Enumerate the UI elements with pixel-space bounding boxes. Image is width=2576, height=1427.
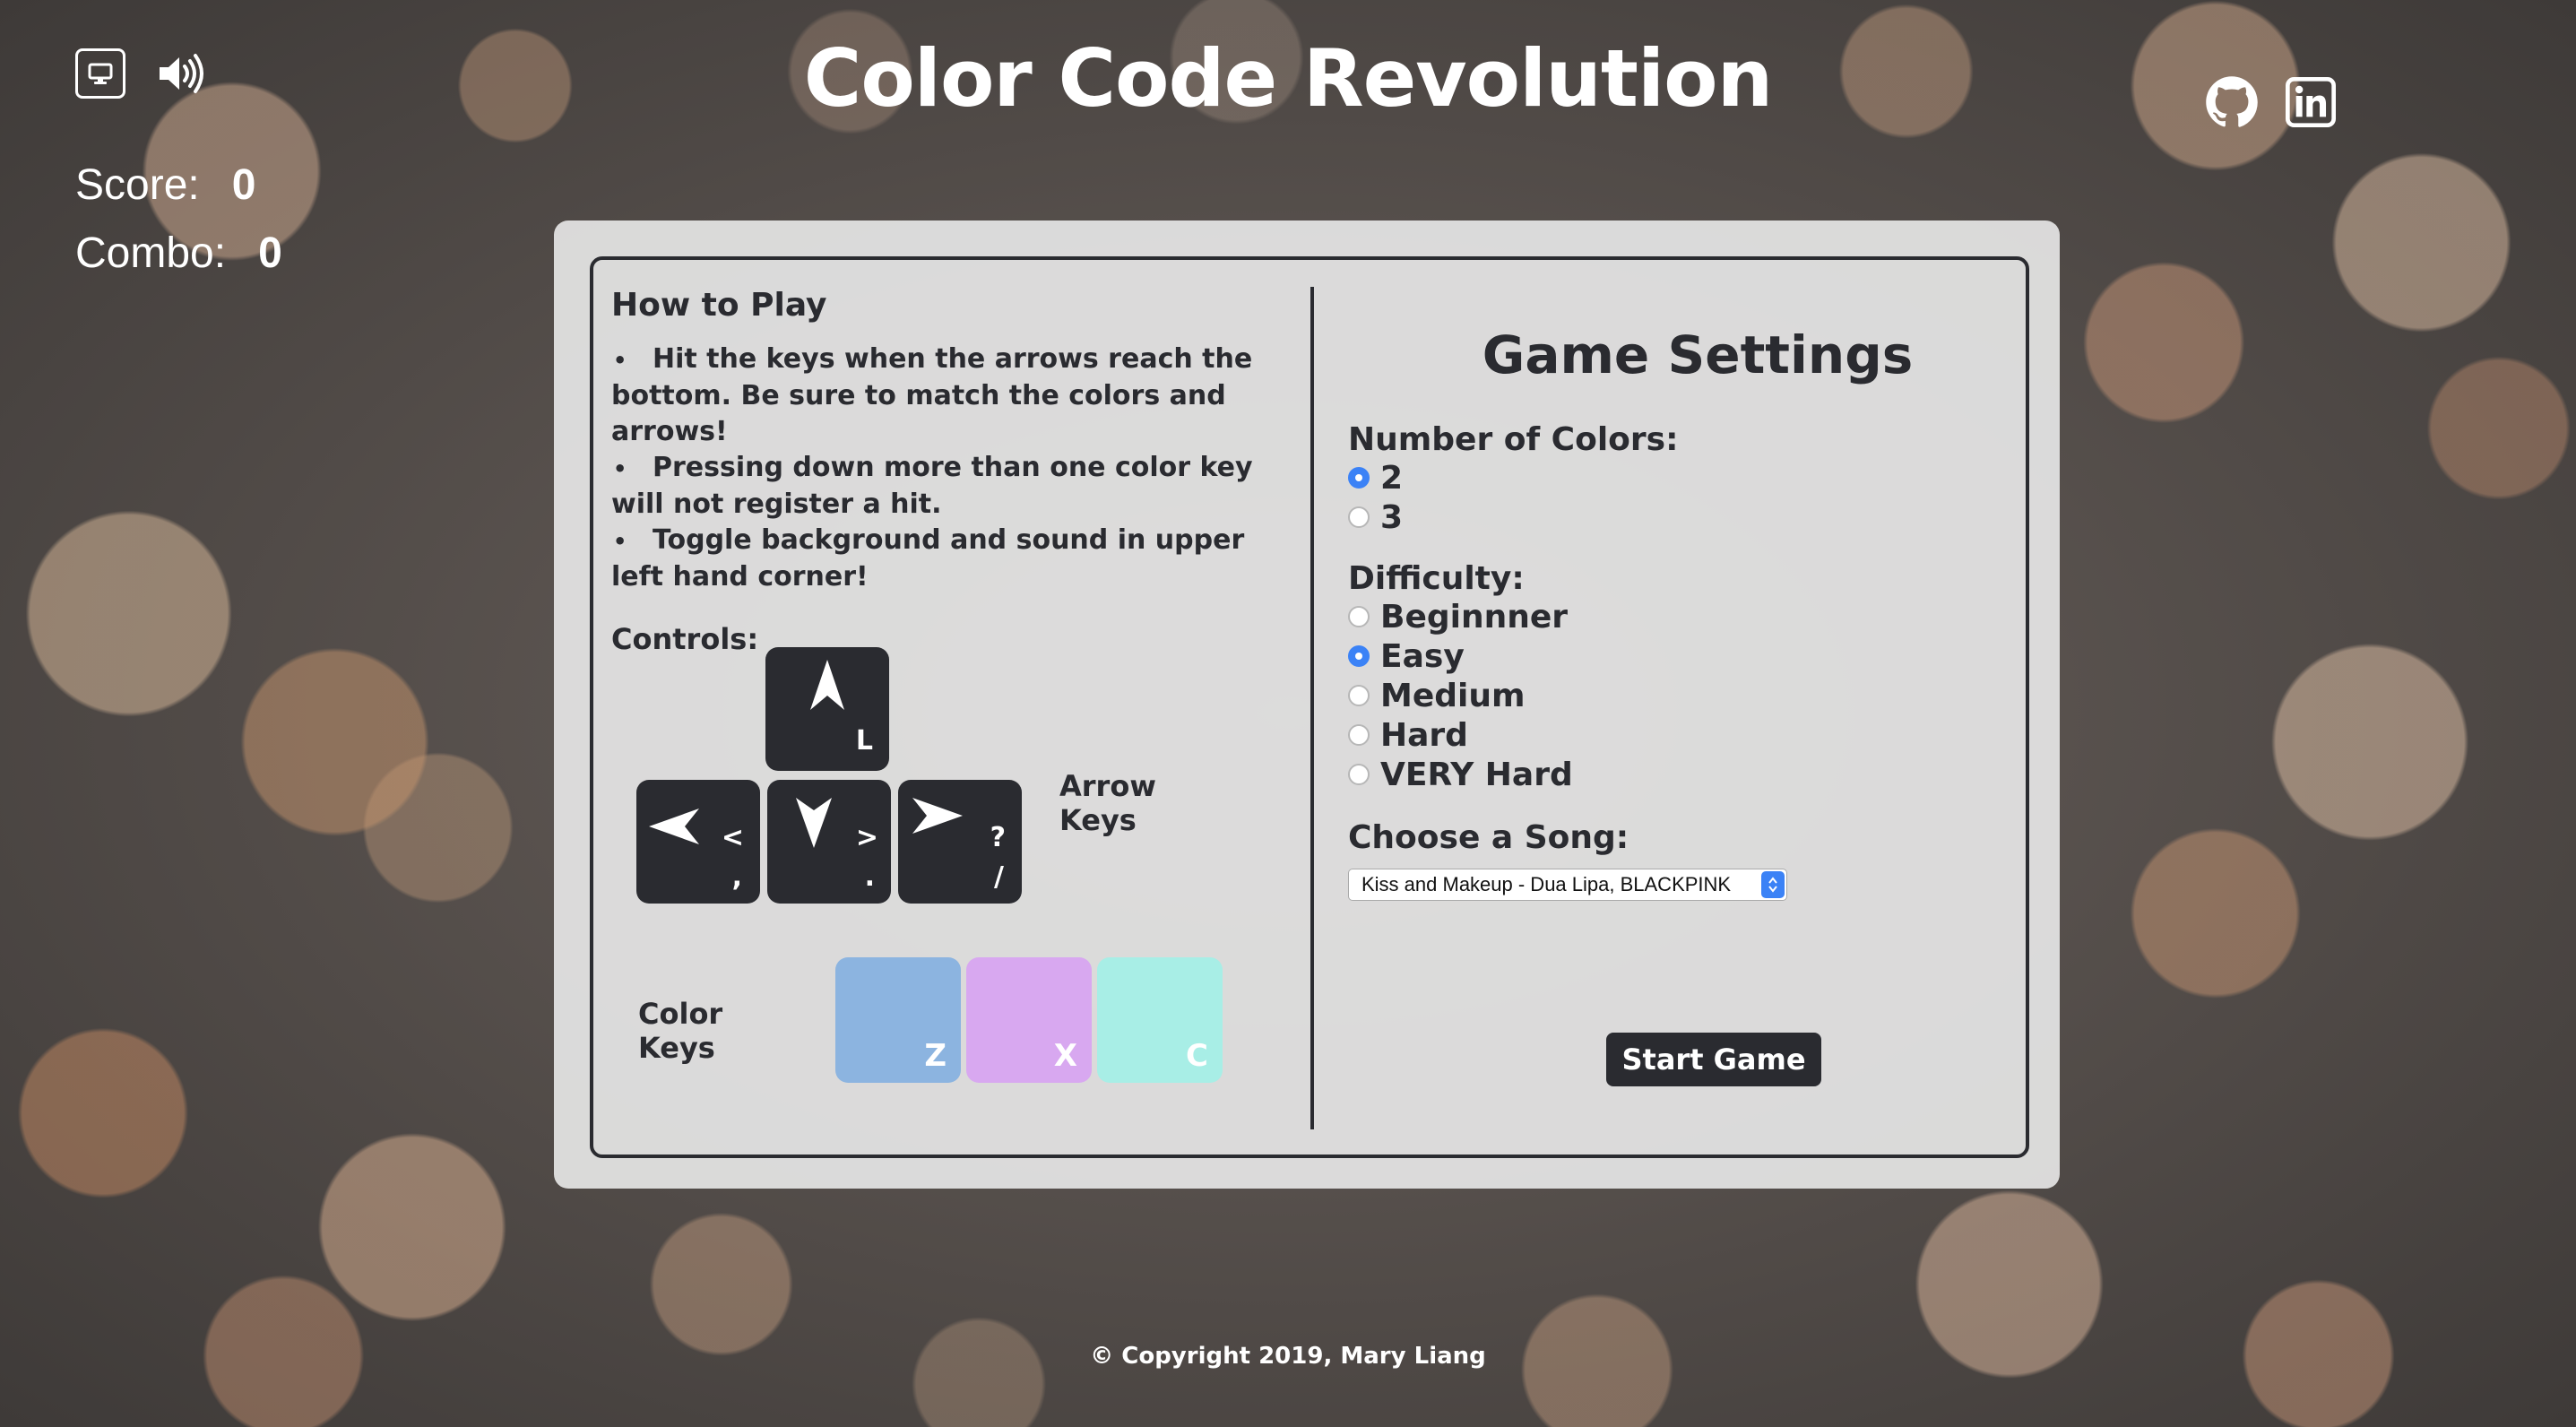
color-key-char: Z [924,1038,947,1074]
main-panel: How to Play Hit the keys when the arrows… [554,221,2060,1189]
down-arrow-key: > . [767,780,891,904]
controls-label: Controls: [611,622,759,656]
color-keys-label: Color Keys [638,997,723,1065]
up-arrow-key: L [765,647,889,771]
difficulty-option-beginner[interactable]: Beginnner [1348,597,2011,636]
combo-label: Combo: [75,229,227,277]
left-key-char: , [731,861,742,893]
page-title: Color Code Revolution [803,32,1773,125]
color-key-char: C [1186,1038,1208,1074]
right-key-char: / [994,861,1004,893]
linkedin-link[interactable] [2282,74,2339,131]
song-label: Choose a Song: [1348,819,1629,856]
colors-option-2[interactable]: 2 [1348,458,2011,497]
game-settings-title: Game Settings [1482,324,1914,385]
combo-row: Combo: 0 [75,219,282,287]
start-game-button[interactable]: Start Game [1606,1033,1821,1086]
difficulty-option-hard[interactable]: Hard [1348,715,2011,755]
color-key-c: C [1097,957,1223,1083]
radio-button[interactable] [1348,467,1370,489]
radio-button[interactable] [1348,685,1370,706]
chevron-updown-icon [1761,871,1785,898]
panel-frame: How to Play Hit the keys when the arrows… [590,256,2029,1158]
down-key-char: . [864,861,875,893]
rules-list: Hit the keys when the arrows reach the b… [611,342,1301,595]
radio-button[interactable] [1348,606,1370,627]
radio-label: 2 [1380,459,1404,497]
radio-label: Easy [1380,637,1465,675]
difficulty-option-easy[interactable]: Easy [1348,636,2011,676]
up-key-char: L [855,725,873,757]
song-select-value: Kiss and Makeup - Dua Lipa, BLACKPINK [1361,873,1732,895]
difficulty-option-very-hard[interactable]: VERY Hard [1348,755,2011,794]
rule-item: Toggle background and sound in upper lef… [611,523,1301,595]
right-key-char-shift: ? [990,822,1006,853]
difficulty-option-medium[interactable]: Medium [1348,676,2011,715]
github-icon [2206,76,2258,127]
down-key-char-shift: > [855,822,878,853]
radio-label: Beginnner [1380,598,1569,636]
radio-button[interactable] [1348,724,1370,746]
radio-button[interactable] [1348,764,1370,785]
score-label: Score: [75,160,200,209]
color-key-z: Z [835,957,961,1083]
radio-label: VERY Hard [1380,756,1573,793]
difficulty-label: Difficulty: [1348,560,1525,597]
radio-button[interactable] [1348,645,1370,667]
left-key-char-shift: < [721,822,744,853]
how-to-play-section: How to Play Hit the keys when the arrows… [611,287,1301,656]
radio-label: Medium [1380,677,1526,714]
game-settings-section: Game Settings Number of Colors: 2 3 Diff… [1348,287,2011,901]
arrow-keys-label: Arrow Keys [1059,769,1156,837]
song-select[interactable]: Kiss and Makeup - Dua Lipa, BLACKPINK [1348,869,1787,901]
radio-label: Hard [1380,716,1468,754]
left-arrow-key: < , [636,780,760,904]
colors-option-3[interactable]: 3 [1348,497,2011,537]
radio-label: 3 [1380,498,1404,536]
right-arrow-key: ? / [898,780,1022,904]
how-to-play-title: How to Play [611,287,827,324]
radio-button[interactable] [1348,506,1370,528]
colors-label: Number of Colors: [1348,421,1679,458]
section-divider [1310,287,1314,1129]
social-links [2203,74,2339,131]
color-key-x: X [966,957,1092,1083]
score-row: Score: 0 [75,151,282,219]
github-link[interactable] [2203,74,2260,131]
rule-item: Hit the keys when the arrows reach the b… [611,342,1301,450]
score-value: 0 [231,160,256,209]
stats-panel: Score: 0 Combo: 0 [75,151,282,287]
combo-value: 0 [258,229,282,277]
footer-copyright: © Copyright 2019, Mary Liang [1090,1343,1486,1370]
color-key-char: X [1053,1038,1077,1074]
rule-item: Pressing down more than one color key wi… [611,450,1301,523]
linkedin-icon [2286,77,2336,127]
